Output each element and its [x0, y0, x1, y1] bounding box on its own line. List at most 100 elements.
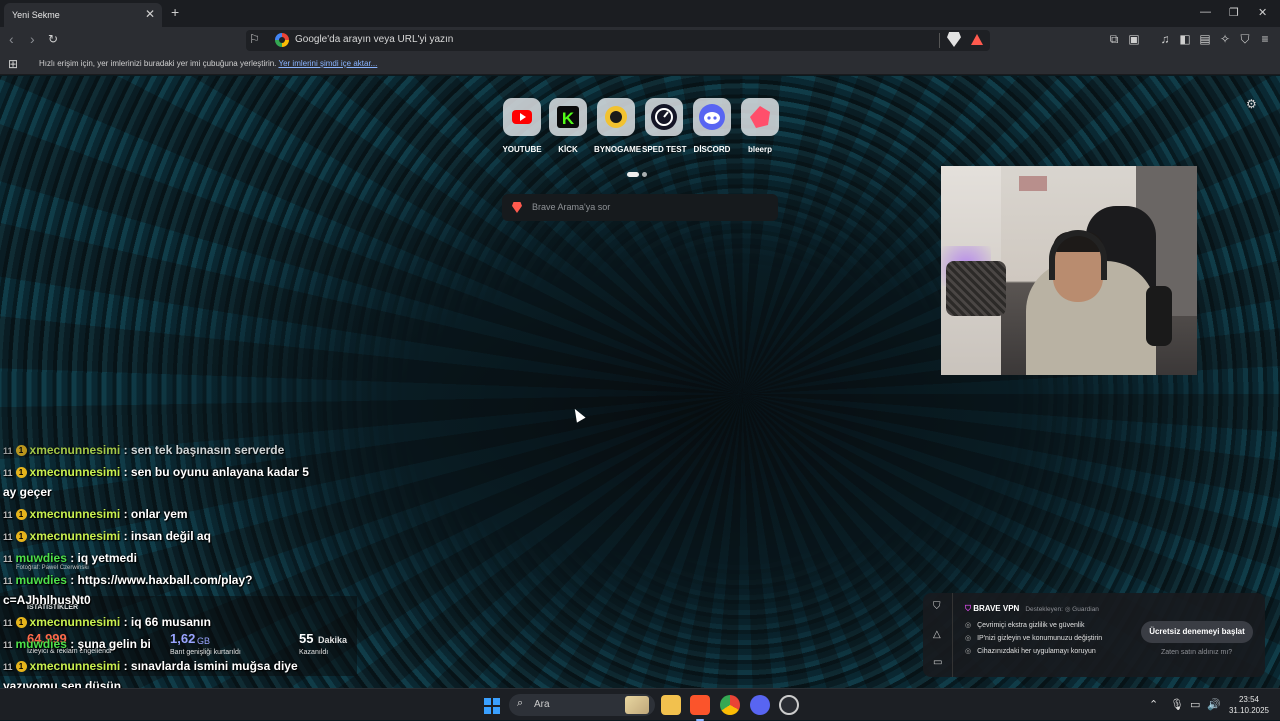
bookmark-icon[interactable]: ⚐ — [249, 32, 260, 46]
svg-text:K: K — [562, 109, 575, 128]
chat-message: 11 muwdies : iq yetmedi — [3, 551, 137, 565]
apps-grid-icon[interactable]: ⊞ — [8, 57, 18, 71]
tab-new-tab[interactable]: Yeni Sekme ✕ — [4, 3, 162, 27]
stream-chat-overlay: 11 1 xmecnunnesimi : sen tek başınasın ser… — [0, 440, 330, 693]
crypto-wallet-icon[interactable]: ▤ — [1198, 32, 1212, 46]
vpn-shield-icon[interactable]: ⛉ — [933, 601, 941, 612]
bookmarks-hint: Hızlı erişim için, yer imlerinizi burada… — [39, 59, 277, 68]
brave-lion-icon — [512, 202, 522, 213]
divider — [939, 33, 940, 48]
import-bookmarks-link[interactable]: Yer imlerini şimdi içe aktar... — [278, 59, 377, 68]
show-hidden-icons[interactable]: ⌃ — [1149, 698, 1158, 711]
start-free-trial-button[interactable]: Ücretsiz denemeyi başlat — [1141, 621, 1253, 643]
chat-message: 11 1 xmecnunnesimi : iq 66 musanın — [3, 615, 211, 629]
vpn-title: BRAVE VPN — [973, 604, 1020, 613]
tab-title: Yeni Sekme — [12, 10, 60, 20]
already-purchased-link[interactable]: Zaten satın aldınız mı? — [1161, 649, 1232, 656]
clock-date: 31.10.2025 — [1228, 706, 1270, 715]
sub-badge-icon: 1 — [15, 531, 27, 543]
sidebar-icon[interactable]: ◧ — [1178, 32, 1192, 46]
brave-shields-icon[interactable] — [947, 32, 961, 47]
address-input[interactable]: Google'da arayın veya URL'yi yazın — [295, 34, 453, 45]
chat-message: 11 muwdies : https://www.haxball.com/play… — [3, 573, 253, 587]
discord-taskbar-icon[interactable] — [750, 695, 770, 715]
sub-badge-icon: 1 — [15, 445, 27, 457]
vpn-feature: IP'nizi gizleyin ve konumunuzu değiştiri… — [965, 634, 1102, 642]
vpn-feature: Çevrimiçi ekstra gizlilik ve güvenlik — [965, 621, 1084, 629]
media-icon[interactable]: ♫ — [1158, 32, 1172, 46]
bynogame-icon — [605, 106, 627, 128]
chat-message: 11 1 xmecnunnesimi : sen bu oyunu anlayana… — [3, 465, 309, 479]
volume-icon[interactable]: 🔊 — [1207, 698, 1221, 711]
search-highlight-icon — [625, 696, 649, 714]
file-explorer-icon[interactable] — [661, 695, 681, 715]
mic-tray-icon[interactable]: 🎙 — [1170, 698, 1184, 711]
sub-badge-icon: 1 — [15, 661, 27, 673]
top-site-label: BYNOGAME — [594, 145, 642, 154]
chat-message: 11 1 xmecnunnesimi : sınavlarda ismini muğ… — [3, 659, 298, 673]
restore-button[interactable]: ❐ — [1229, 6, 1239, 19]
vpn-icon[interactable]: ⛉ — [1238, 32, 1252, 46]
clock-time: 23:54 — [1238, 695, 1260, 704]
taskbar-search-placeholder: Ara — [534, 699, 550, 710]
chat-message: 11 1 xmecnunnesimi : onlar yem — [3, 507, 188, 521]
system-clock[interactable]: 23:54 31.10.2025 — [1222, 694, 1276, 716]
bleerp-icon — [750, 106, 770, 128]
google-icon — [275, 33, 289, 47]
brave-rewards-icon[interactable] — [971, 34, 983, 45]
extensions-icon[interactable]: ⧉ — [1107, 32, 1121, 46]
top-site-kick[interactable]: K KİCK — [546, 98, 590, 154]
top-site-label: YOUTUBE — [502, 145, 542, 154]
top-site-label: KİCK — [558, 145, 578, 154]
customize-gear-icon[interactable]: ⚙ — [1246, 97, 1257, 111]
windows-taskbar: ⌕ Ara ⌃ 🎙 ▭ 🔊 23:54 31.10.2025 — [0, 688, 1280, 721]
rewards-icon[interactable]: △ — [933, 629, 941, 640]
top-site-bynogame[interactable]: BYNOGAME — [594, 98, 642, 154]
leo-ai-icon[interactable]: ✧ — [1218, 32, 1232, 46]
top-site-label: bleerp — [747, 145, 772, 154]
pager-dot-active[interactable] — [627, 172, 639, 177]
sub-badge-icon: 1 — [15, 617, 27, 629]
top-site-label: DİSCORD — [693, 145, 731, 154]
vpn-logo-icon: ⛉ — [965, 604, 974, 613]
top-sites: YOUTUBE K KİCK BYNOGAME SPED TEST DİSCOR… — [500, 98, 780, 158]
chat-message-cont: c=AJhhlhusNt0 — [3, 593, 91, 607]
taskbar-search[interactable]: ⌕ Ara — [509, 694, 655, 716]
address-bar[interactable]: ⚐ Google'da arayın veya URL'yi yazın — [246, 30, 990, 51]
back-icon[interactable]: ‹ — [9, 31, 14, 47]
top-sites-pager[interactable] — [627, 164, 650, 182]
chrome-icon[interactable] — [720, 695, 740, 715]
reload-icon[interactable]: ↻ — [48, 32, 58, 46]
vpn-supported-by: Destekleyen: ◎ Guardian — [1025, 606, 1099, 613]
search-icon: ⌕ — [517, 697, 524, 709]
sub-badge-icon: 1 — [15, 509, 27, 521]
top-site-bleerp[interactable]: bleerp — [738, 98, 782, 154]
close-window-button[interactable]: ✕ — [1258, 6, 1267, 19]
brave-search-box[interactable]: Brave Arama'ya sor — [502, 194, 778, 221]
pager-dot[interactable] — [642, 172, 647, 177]
wallet-icon[interactable]: ▣ — [1127, 32, 1141, 46]
card-wallet-icon[interactable]: ▭ — [933, 657, 942, 668]
bookmarks-bar: ⊞ Hızlı erişim için, yer imlerinizi bura… — [0, 53, 1280, 75]
toolbar: ‹ › ↻ ⚐ Google'da arayın veya URL'yi yaz… — [0, 27, 1280, 53]
start-button[interactable] — [484, 698, 500, 714]
network-icon[interactable]: ▭ — [1190, 698, 1200, 711]
tab-close-icon[interactable]: ✕ — [145, 7, 155, 21]
chat-message-cont: ay geçer — [3, 485, 52, 499]
forward-icon[interactable]: › — [30, 31, 35, 47]
minimize-button[interactable]: — — [1200, 6, 1211, 18]
chat-message: 11 1 xmecnunnesimi : insan değil aq — [3, 529, 211, 543]
top-site-discord[interactable]: DİSCORD — [690, 98, 734, 154]
vpn-feature: Cihazınızdaki her uygulamayı koruyun — [965, 647, 1096, 655]
headset — [1049, 230, 1107, 280]
webcam-overlay — [941, 166, 1197, 375]
obs-icon[interactable] — [779, 695, 799, 715]
new-tab-button[interactable]: + — [171, 4, 179, 20]
brave-search-placeholder: Brave Arama'ya sor — [532, 202, 611, 212]
brave-taskbar-icon[interactable] — [690, 695, 710, 721]
tab-strip: Yeni Sekme ✕ + — ❐ ✕ — [0, 0, 1280, 27]
top-site-youtube[interactable]: YOUTUBE — [500, 98, 544, 154]
top-site-speedtest[interactable]: SPED TEST — [642, 98, 686, 154]
menu-icon[interactable]: ≡ — [1258, 32, 1272, 46]
chat-message: 11 1 xmecnunnesimi : sen tek başınasın ser… — [3, 443, 285, 457]
